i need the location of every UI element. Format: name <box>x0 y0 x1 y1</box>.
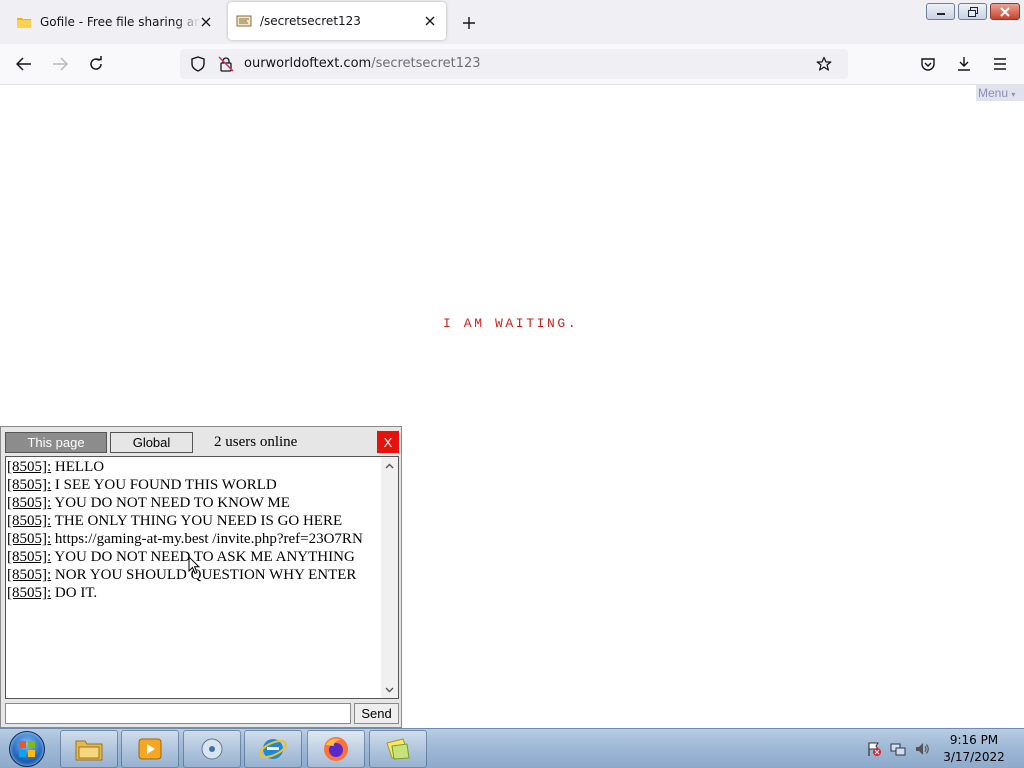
gofile-folder-icon <box>16 14 32 30</box>
windows-logo-icon <box>9 731 45 767</box>
reload-icon <box>90 56 102 70</box>
chat-user-id[interactable]: [8505]: <box>7 549 51 565</box>
chat-tab-global[interactable]: Global <box>110 432 193 453</box>
chat-message: [8505]: I SEE YOU FOUND THIS WORLD <box>7 476 383 494</box>
reload-button[interactable] <box>84 52 108 76</box>
window-close-button[interactable] <box>990 3 1020 20</box>
bookmark-star-icon[interactable] <box>816 56 832 76</box>
insecure-lock-icon[interactable] <box>218 56 234 76</box>
firefox-icon <box>324 737 348 761</box>
world-menu-button[interactable]: Menu ▾ <box>976 85 1024 101</box>
back-arrow-icon <box>16 57 31 71</box>
chat-scrollbar[interactable] <box>381 457 398 698</box>
chat-user-id[interactable]: [8505]: <box>7 495 51 511</box>
chat-message: [8505]: https://gaming-at-my.best /invit… <box>7 530 383 548</box>
new-tab-button[interactable] <box>458 12 480 34</box>
chat-user-id[interactable]: [8505]: <box>7 585 51 601</box>
chat-message: [8505]: THE ONLY THING YOU NEED IS GO HE… <box>7 512 383 530</box>
chat-user-id[interactable]: [8505]: <box>7 513 51 529</box>
chat-message-text: NOR YOU SHOULD QUESTION WHY ENTER <box>51 567 357 583</box>
ourworldoftext-icon <box>236 13 252 29</box>
mouse-pointer-icon <box>188 555 201 579</box>
minimize-button[interactable] <box>926 3 955 20</box>
chat-message: [8505]: HELLO <box>7 458 383 476</box>
forward-button[interactable] <box>48 52 72 76</box>
world-text: I AM WAITING. <box>443 316 579 331</box>
chat-user-id[interactable]: [8505]: <box>7 459 51 475</box>
chat-message-text: I SEE YOU FOUND THIS WORLD <box>51 477 277 493</box>
back-button[interactable] <box>12 52 36 76</box>
app-menu-button[interactable] <box>988 52 1012 76</box>
taskbar-internet-explorer[interactable] <box>244 730 302 768</box>
chat-message-text: DO IT. <box>51 585 98 601</box>
users-online-count: 2 users online <box>214 434 298 450</box>
chat-message-text: YOU DO NOT NEED TO KNOW ME <box>51 495 290 511</box>
taskbar-media-player[interactable] <box>121 730 179 768</box>
chat-input[interactable] <box>5 703 351 724</box>
sticky-notes-icon <box>386 738 410 760</box>
scroll-down-arrow-icon[interactable] <box>381 681 398 698</box>
restore-icon <box>967 6 978 17</box>
start-button[interactable] <box>4 730 50 768</box>
chat-message-text: YOU DO NOT NEED TO ASK ME ANYTHING <box>51 549 355 565</box>
download-icon <box>958 57 970 71</box>
chat-messages: [8505]: HELLO [8505]: I SEE YOU FOUND TH… <box>7 458 383 602</box>
volume-icon[interactable] <box>914 741 930 757</box>
taskbar-windows-explorer[interactable] <box>60 730 118 768</box>
media-center-icon <box>201 738 223 760</box>
chat-user-id[interactable]: [8505]: <box>7 567 51 583</box>
minimize-icon <box>936 12 945 15</box>
plus-icon <box>463 17 475 29</box>
tab-strip: Gofile - Free file sharing and storage /… <box>0 0 1024 44</box>
chat-user-id[interactable]: [8505]: <box>7 531 51 547</box>
tab-title: /secretsecret123 <box>260 14 361 28</box>
url-text[interactable]: ourworldoftext.com/secretsecret123 <box>244 56 481 71</box>
close-tab-icon[interactable] <box>422 13 438 29</box>
action-center-flag-icon[interactable] <box>866 741 882 757</box>
windows-explorer-icon <box>75 740 103 761</box>
address-bar[interactable]: ourworldoftext.com/secretsecret123 <box>180 49 848 79</box>
chat-tab-this-page[interactable]: This page <box>5 432 107 453</box>
taskbar-media-center[interactable] <box>183 730 241 768</box>
pocket-button[interactable] <box>916 52 940 76</box>
clock-date: 3/17/2022 <box>943 750 1005 764</box>
url-host: ourworldoftext.com <box>244 56 372 71</box>
chat-message-text: THE ONLY THING YOU NEED IS GO HERE <box>51 513 343 529</box>
chat-message-text: https://gaming-at-my.best /invite.php?re… <box>51 531 363 547</box>
tab-title: Gofile - Free file sharing and storage <box>40 15 200 29</box>
chat-user-id[interactable]: [8505]: <box>7 477 51 493</box>
forward-arrow-icon <box>53 57 68 71</box>
internet-explorer-icon <box>259 739 287 759</box>
network-icon[interactable] <box>890 741 906 757</box>
downloads-button[interactable] <box>952 52 976 76</box>
url-path: /secretsecret123 <box>371 56 481 71</box>
scroll-up-arrow-icon[interactable] <box>381 457 398 474</box>
tab-secretsecret[interactable]: /secretsecret123 <box>228 2 446 40</box>
chat-message-log[interactable]: [8505]: HELLO [8505]: I SEE YOU FOUND TH… <box>5 456 399 699</box>
hamburger-menu-icon <box>994 58 1006 70</box>
taskbar-clock[interactable]: 9:16 PM 3/17/2022 <box>932 732 1016 766</box>
taskbar-firefox[interactable] <box>307 730 365 768</box>
chat-send-button[interactable]: Send <box>354 703 399 724</box>
clock-time: 9:16 PM <box>949 733 999 747</box>
chat-message-text: HELLO <box>51 459 105 475</box>
menu-label: Menu <box>978 86 1009 100</box>
taskbar-sticky-notes[interactable] <box>369 730 427 768</box>
tracking-protection-icon[interactable] <box>190 56 206 76</box>
pocket-icon <box>921 58 935 71</box>
close-icon <box>1000 6 1010 17</box>
windows-taskbar: 9:16 PM 3/17/2022 <box>0 728 1024 768</box>
tab-gofile[interactable]: Gofile - Free file sharing and storage <box>0 0 222 44</box>
chat-close-button[interactable]: X <box>377 431 399 453</box>
close-tab-icon[interactable] <box>198 14 214 30</box>
navigation-toolbar: ourworldoftext.com/secretsecret123 <box>0 44 1024 85</box>
restore-button[interactable] <box>958 3 987 20</box>
chat-panel: This page Global 2 users online X [8505]… <box>0 426 402 728</box>
media-player-icon <box>138 738 162 760</box>
chat-message: [8505]: DO IT. <box>7 584 383 602</box>
chat-message: [8505]: YOU DO NOT NEED TO KNOW ME <box>7 494 383 512</box>
